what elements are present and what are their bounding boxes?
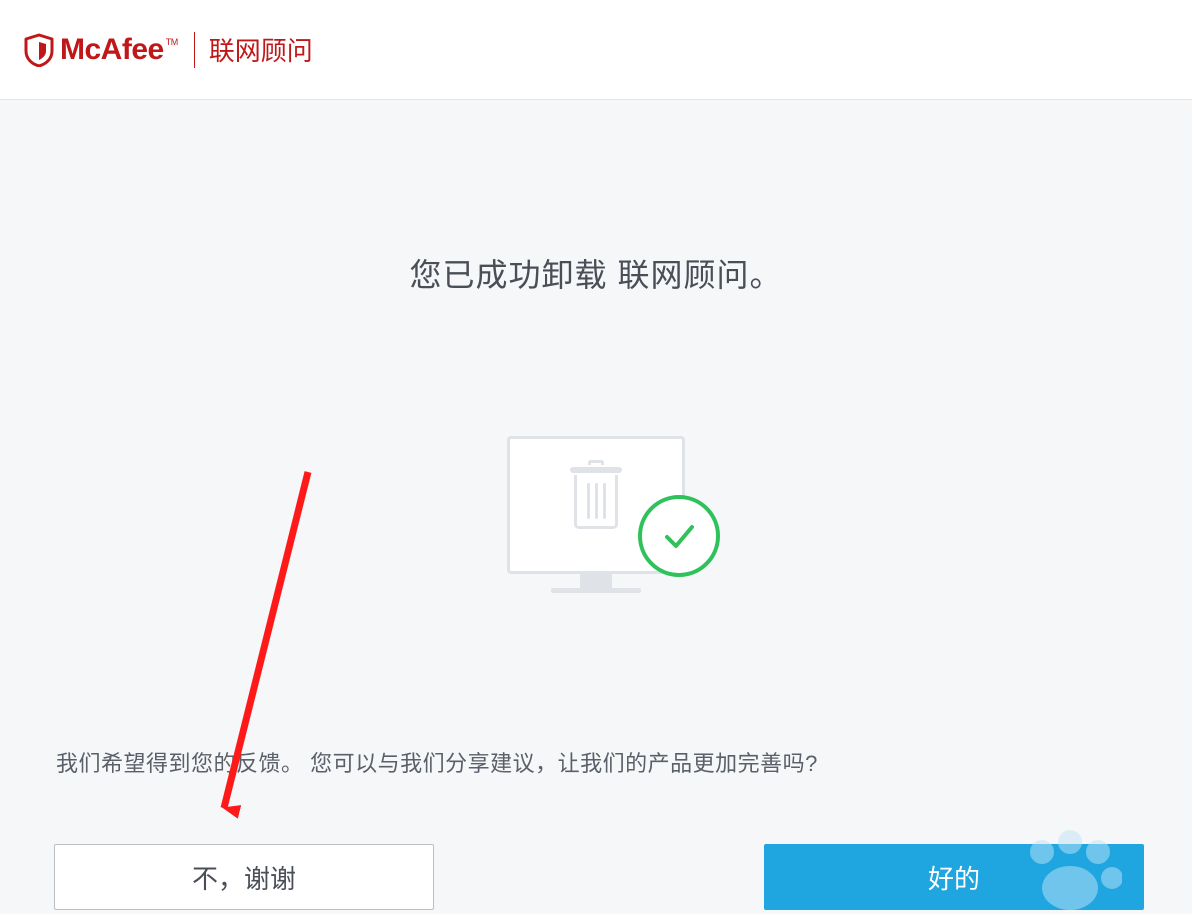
monitor-icon [507, 436, 685, 574]
uninstall-illustration [486, 436, 706, 616]
brand-text: McAfee [60, 33, 164, 66]
trash-icon [570, 467, 622, 529]
feedback-prompt: 我们希望得到您的反馈。 您可以与我们分享建议，让我们的产品更加完善吗? [56, 746, 818, 778]
divider [194, 32, 195, 68]
mcafee-shield-icon [24, 33, 54, 67]
no-thanks-button[interactable]: 不，谢谢 [54, 844, 434, 910]
brand-name: McAfeeTM [60, 33, 176, 67]
success-title: 您已成功卸载 联网顾问。 [0, 250, 1192, 296]
logo-group: McAfeeTM 联网顾问 [24, 31, 313, 68]
checkmark-icon [638, 495, 720, 577]
trademark-symbol: TM [166, 37, 178, 47]
product-name: 联网顾问 [209, 31, 313, 68]
app-header: McAfeeTM 联网顾问 [0, 0, 1192, 100]
watermark-icon [1012, 824, 1122, 914]
main-content: 您已成功卸载 联网顾问。 [0, 100, 1192, 616]
